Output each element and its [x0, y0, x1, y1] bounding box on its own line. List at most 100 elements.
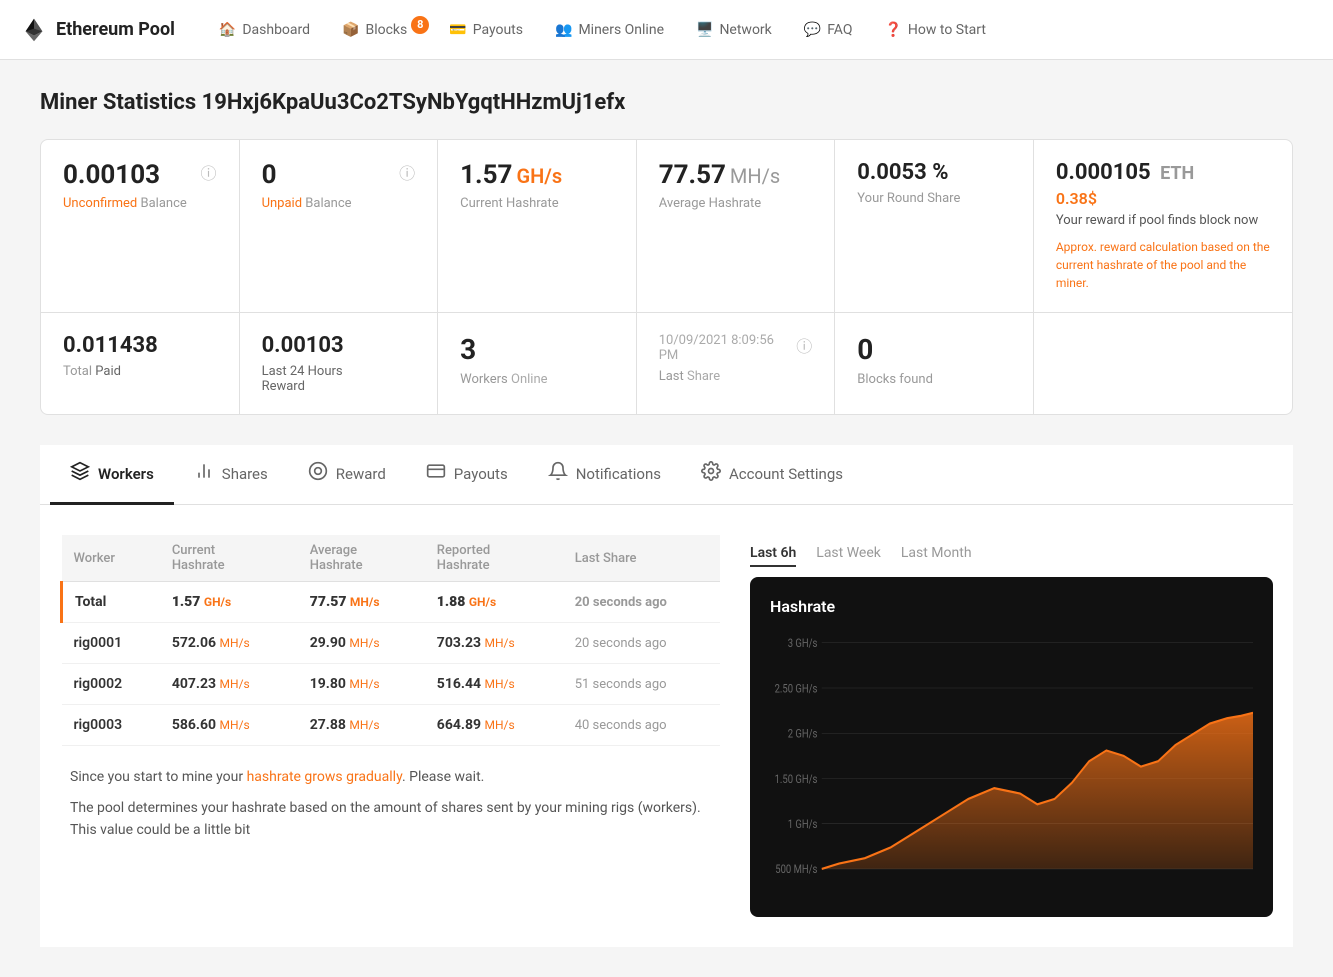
unpaid-balance-value: 0 [262, 160, 277, 190]
last-share-cell: 40 seconds ago [563, 705, 720, 746]
info-icon-last-share[interactable]: ⓘ [796, 333, 812, 357]
col-last-share: Last Share [563, 535, 720, 582]
nav-miners-online[interactable]: 👥 Miners Online [541, 14, 678, 46]
current-hashrate-value: 1.57 [460, 160, 512, 190]
current-hashrate-label: Current Hashrate [460, 196, 614, 211]
info-icon-unpaid[interactable]: ⓘ [399, 160, 415, 184]
average-hashrate-cell: 29.90 MH/s [298, 623, 425, 664]
chart-container: Hashrate 3 GH/s 2.50 GH/s 2 GH/s 1.5 [750, 577, 1273, 917]
tab-shares-label: Shares [222, 465, 268, 483]
reward-desc: Your reward if pool finds block now [1056, 212, 1270, 230]
wallet-icon [426, 461, 446, 486]
last24h-label: Last 24 Hours Reward [262, 364, 416, 394]
stat-workers-online: 3 Workers Online [438, 313, 637, 414]
gear-icon [701, 461, 721, 486]
tab-notifications[interactable]: Notifications [528, 445, 681, 505]
col-reported-hashrate: ReportedHashrate [425, 535, 563, 582]
table-row: Total1.57 GH/s77.57 MH/s1.88 GH/s20 seco… [62, 582, 721, 623]
chart-tab-week[interactable]: Last Week [816, 545, 881, 567]
blocks-found-label: Blocks found [857, 372, 1011, 387]
reward-usd: 0.38$ [1056, 189, 1270, 208]
tab-account-settings[interactable]: Account Settings [681, 445, 863, 505]
col-worker: Worker [62, 535, 160, 582]
average-hashrate-unit: MH/s [730, 164, 780, 188]
table-header-row: Worker CurrentHashrate AverageHashrate R… [62, 535, 721, 582]
average-hashrate-cell: 77.57 MH/s [298, 582, 425, 623]
reported-hashrate-cell: 516.44 MH/s [425, 664, 563, 705]
brand-name: Ethereum Pool [56, 19, 175, 40]
last-share-date: 10/09/2021 8:09:56 PM [659, 333, 797, 363]
info-icon-unconfirmed[interactable]: ⓘ [201, 160, 217, 184]
nav-links: 🏠 Dashboard 📦 Blocks 8 💳 Payouts 👥 Miner… [205, 14, 1313, 46]
round-share-label: Your Round Share [857, 191, 1011, 206]
chart-time-tabs: Last 6h Last Week Last Month [750, 535, 1273, 577]
round-share-value: 0.0053 % [857, 160, 948, 185]
nav-blocks[interactable]: 📦 Blocks 8 [328, 14, 431, 46]
brand-logo[interactable]: Ethereum Pool [20, 16, 175, 44]
reward-icon [308, 461, 328, 486]
total-paid-label: Total Paid [63, 364, 217, 379]
chart-area: Last 6h Last Week Last Month Hashrate [750, 525, 1273, 927]
nav-how-to-start[interactable]: ❓ How to Start [870, 14, 999, 46]
tab-shares[interactable]: Shares [174, 445, 288, 505]
chart-tab-6h[interactable]: Last 6h [750, 545, 796, 567]
tab-reward-label: Reward [336, 465, 386, 483]
nav-payouts[interactable]: 💳 Payouts [435, 14, 537, 46]
tab-notifications-label: Notifications [576, 465, 661, 483]
stat-blocks-found: 0 Blocks found [835, 313, 1034, 414]
stat-unpaid-balance: 0 ⓘ Unpaid Balance [240, 140, 439, 312]
reported-hashrate-cell: 664.89 MH/s [425, 705, 563, 746]
svg-text:2 GH/s: 2 GH/s [788, 727, 818, 741]
table-row: rig0002407.23 MH/s19.80 MH/s516.44 MH/s5… [62, 664, 721, 705]
stat-last24h: 0.00103 Last 24 Hours Reward [240, 313, 439, 414]
stat-round-share: 0.0053 % Your Round Share [835, 140, 1034, 312]
blocks-icon: 📦 [342, 22, 359, 38]
current-hashrate-cell: 407.23 MH/s [160, 664, 298, 705]
hashrate-link[interactable]: hashrate grows gradually [247, 769, 402, 785]
stat-average-hashrate: 77.57 MH/s Average Hashrate [637, 140, 836, 312]
stat-reward-eth: 0.000105 ETH 0.38$ Your reward if pool f… [1034, 140, 1292, 312]
chart-title: Hashrate [770, 597, 1253, 616]
svg-text:1 GH/s: 1 GH/s [788, 817, 818, 831]
tab-reward[interactable]: Reward [288, 445, 406, 505]
eth-icon [20, 16, 48, 44]
svg-text:3 GH/s: 3 GH/s [788, 636, 818, 650]
worker-name-cell: rig0003 [62, 705, 160, 746]
reward-approx: Approx. reward calculation based on the … [1056, 238, 1270, 292]
workers-grid: Worker CurrentHashrate AverageHashrate R… [40, 505, 1293, 947]
current-hashrate-cell: 572.06 MH/s [160, 623, 298, 664]
worker-name-cell: rig0001 [62, 623, 160, 664]
reward-eth-value: 0.000105 [1056, 160, 1151, 185]
stat-total-paid: 0.011438 Total Paid [41, 313, 240, 414]
average-hashrate-cell: 27.88 MH/s [298, 705, 425, 746]
nav-dashboard[interactable]: 🏠 Dashboard [205, 14, 324, 46]
total-paid-value: 0.011438 [63, 333, 158, 358]
svg-text:2.50 GH/s: 2.50 GH/s [775, 681, 818, 695]
worker-name-cell: Total [62, 582, 160, 623]
chart-tab-month[interactable]: Last Month [901, 545, 972, 567]
help-icon: ❓ [884, 22, 901, 38]
nav-faq[interactable]: 💬 FAQ [790, 14, 867, 46]
reward-eth-unit: ETH [1160, 163, 1194, 184]
blocks-badge: 8 [411, 16, 429, 34]
stat-last-share: 10/09/2021 8:09:56 PM ⓘ Last Share [637, 313, 836, 414]
unconfirmed-balance-value: 0.00103 [63, 160, 160, 190]
current-hashrate-cell: 586.60 MH/s [160, 705, 298, 746]
tab-workers[interactable]: Workers [50, 445, 174, 505]
network-icon: 🖥️ [696, 22, 713, 38]
page-title: Miner Statistics 19Hxj6KpaUu3Co2TSyNbYgq… [40, 90, 1293, 115]
bell-icon [548, 461, 568, 486]
home-icon: 🏠 [219, 22, 236, 38]
nav-network[interactable]: 🖥️ Network [682, 14, 786, 46]
reported-hashrate-cell: 1.88 GH/s [425, 582, 563, 623]
hashrate-chart: 3 GH/s 2.50 GH/s 2 GH/s 1.50 GH/s 1 GH/s… [770, 632, 1253, 912]
stat-unconfirmed-balance: 0.00103 ⓘ Unconfirmed Balance [41, 140, 240, 312]
payouts-nav-icon: 💳 [449, 22, 466, 38]
workers-table: Worker CurrentHashrate AverageHashrate R… [60, 535, 720, 746]
stat-placeholder [1034, 313, 1292, 414]
main-content: Miner Statistics 19Hxj6KpaUu3Co2TSyNbYgq… [0, 60, 1333, 977]
tab-payouts[interactable]: Payouts [406, 445, 528, 505]
svg-text:500 MH/s: 500 MH/s [775, 862, 817, 876]
miners-icon: 👥 [555, 22, 572, 38]
col-average-hashrate: AverageHashrate [298, 535, 425, 582]
